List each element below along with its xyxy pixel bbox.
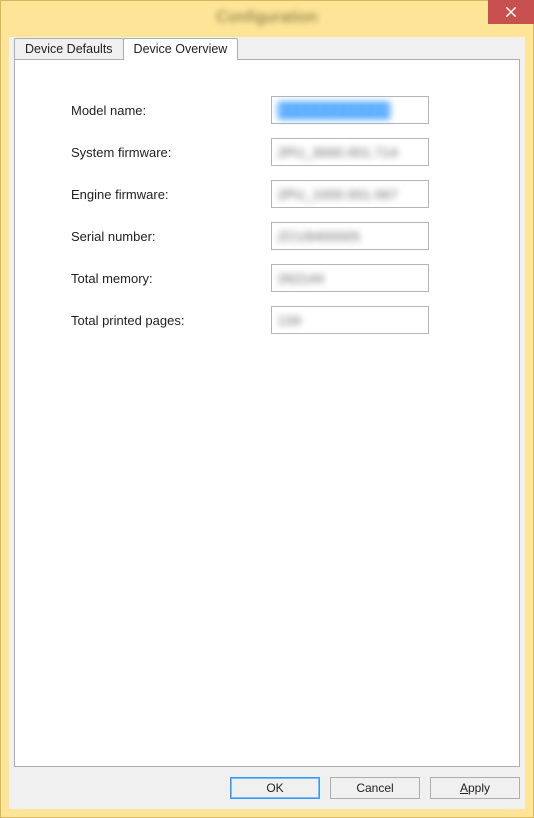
field-total-memory[interactable]: 262144 (271, 264, 429, 292)
window-title: Configuration (216, 9, 318, 27)
row-serial-number: Serial number: ZCU9400005 (71, 222, 491, 250)
close-button[interactable] (488, 0, 534, 24)
tab-device-overview[interactable]: Device Overview (123, 38, 239, 60)
tab-device-defaults[interactable]: Device Defaults (14, 38, 124, 59)
label-serial-number: Serial number: (71, 229, 271, 244)
apply-button[interactable]: Apply (430, 777, 520, 799)
dialog-footer: OK Cancel Apply (14, 773, 520, 803)
label-engine-firmware: Engine firmware: (71, 187, 271, 202)
ok-button[interactable]: OK (230, 777, 320, 799)
client-area: Device Defaults Device Overview Model na… (9, 37, 525, 809)
label-system-firmware: System firmware: (71, 145, 271, 160)
field-system-firmware[interactable]: 2PU_3000.001.714 (271, 138, 429, 166)
field-engine-firmware[interactable]: 2PU_1000.001.067 (271, 180, 429, 208)
row-total-pages: Total printed pages: 134 (71, 306, 491, 334)
field-serial-number[interactable]: ZCU9400005 (271, 222, 429, 250)
row-system-firmware: System firmware: 2PU_3000.001.714 (71, 138, 491, 166)
row-engine-firmware: Engine firmware: 2PU_1000.001.067 (71, 180, 491, 208)
row-model: Model name: XXXXXXXXXXXX (71, 96, 491, 124)
label-total-pages: Total printed pages: (71, 313, 271, 328)
row-total-memory: Total memory: 262144 (71, 264, 491, 292)
title-bar[interactable]: Configuration (1, 1, 533, 35)
close-icon (506, 7, 516, 17)
field-total-pages[interactable]: 134 (271, 306, 429, 334)
label-total-memory: Total memory: (71, 271, 271, 286)
cancel-button[interactable]: Cancel (330, 777, 420, 799)
config-dialog: Configuration Device Defaults Device Ove… (0, 0, 534, 818)
label-model: Model name: (71, 103, 271, 118)
tab-panel-overview: Model name: XXXXXXXXXXXX System firmware… (14, 59, 520, 767)
field-model[interactable]: XXXXXXXXXXXX (271, 96, 429, 124)
tab-strip: Device Defaults Device Overview (9, 37, 525, 59)
